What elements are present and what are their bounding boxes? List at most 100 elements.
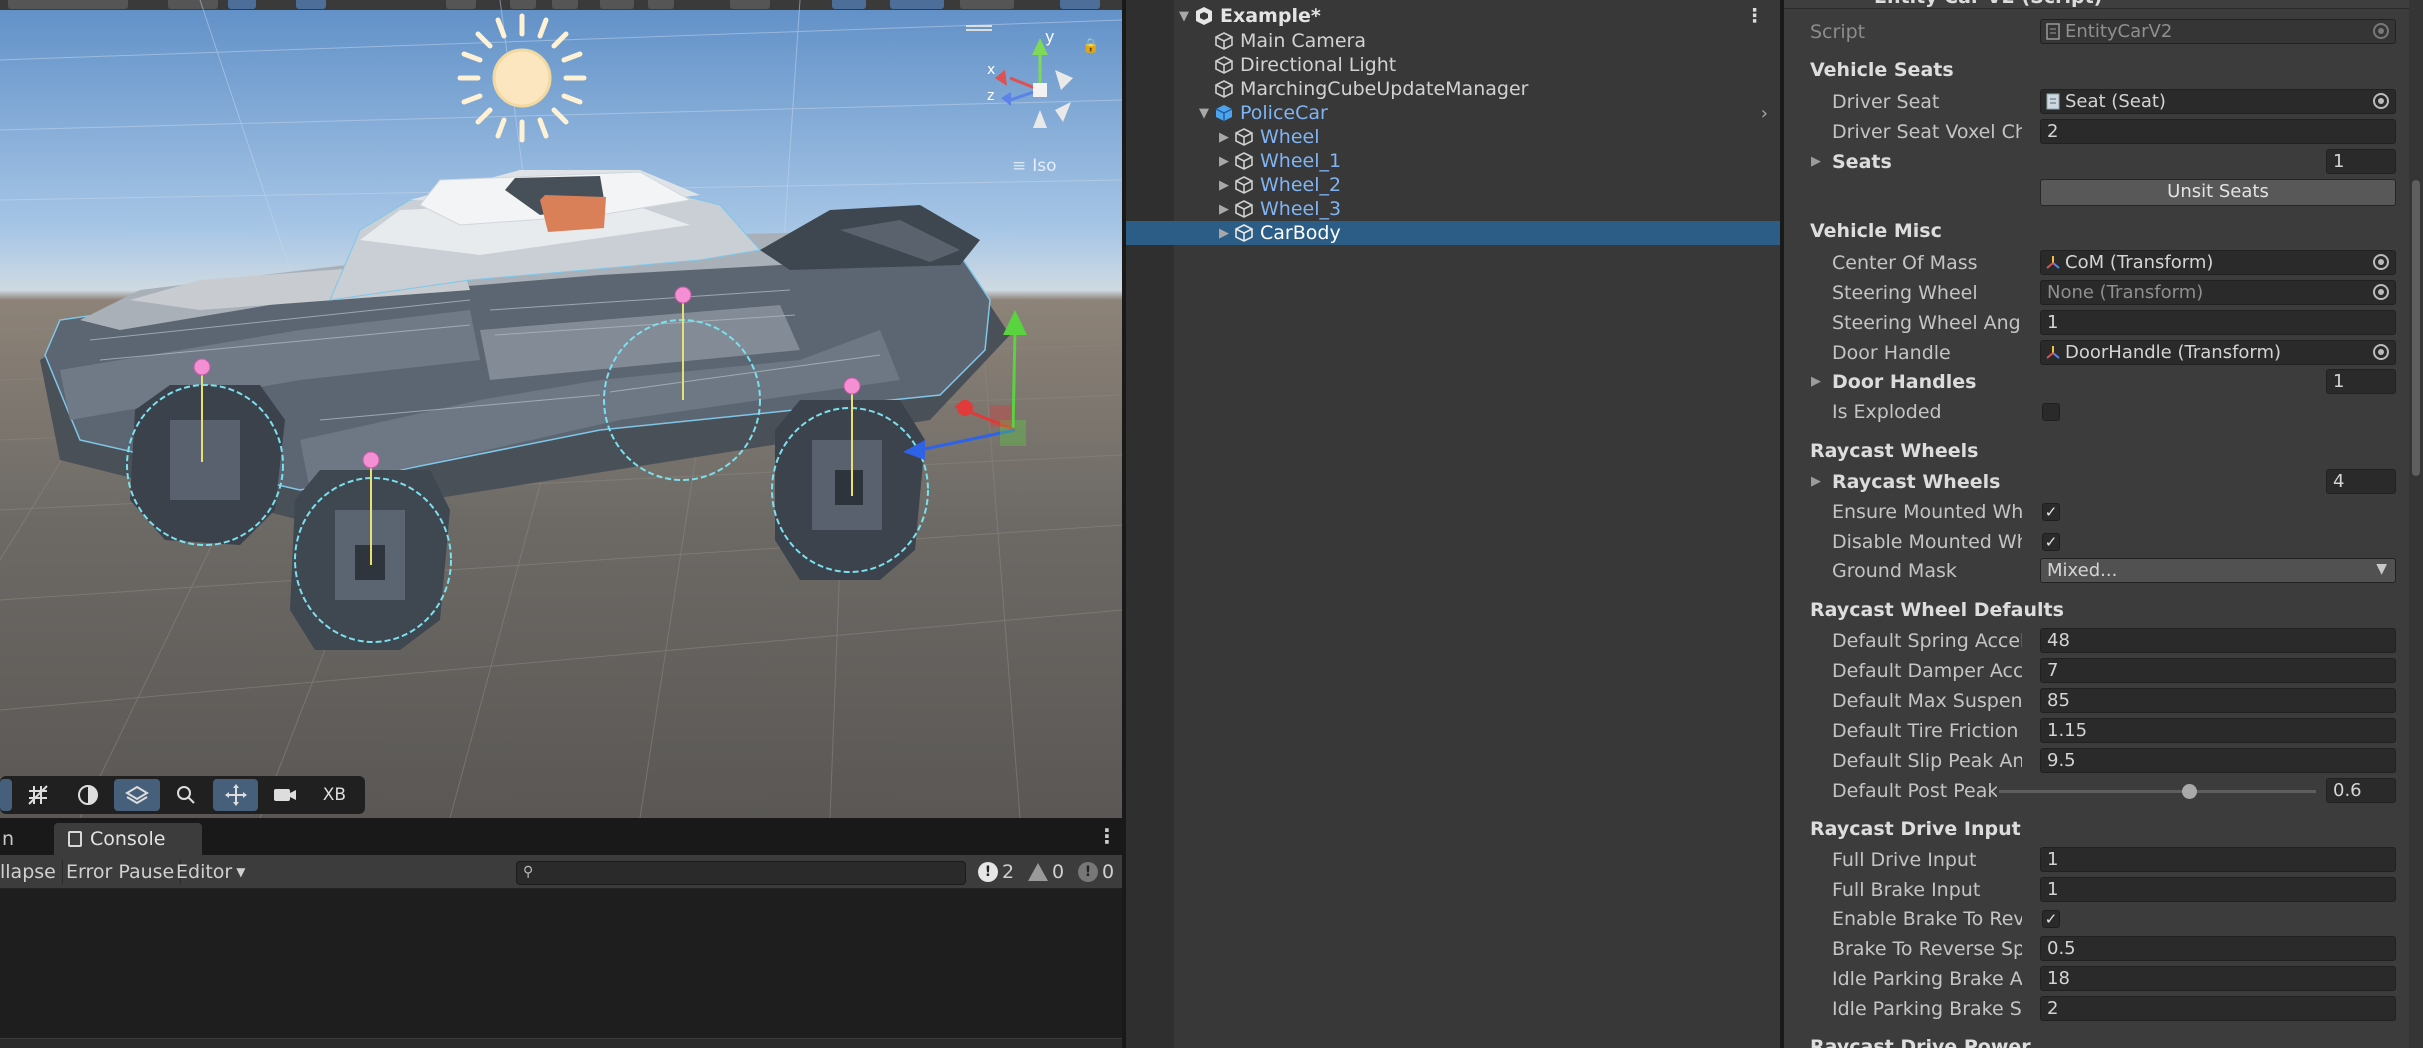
disable-mounted-checkbox[interactable]: ✓ — [2042, 533, 2060, 551]
slip-peak-input[interactable]: 9.5 — [2040, 748, 2396, 773]
scene-overlay-toolbar: XB — [0, 776, 365, 814]
brake-reverse-speed-input[interactable]: 0.5 — [2040, 936, 2396, 961]
open-prefab-arrow-icon[interactable]: › — [1761, 103, 1768, 124]
ground-mask-dropdown[interactable]: Mixed... ▼ — [2040, 558, 2396, 583]
object-picker-icon[interactable] — [2373, 254, 2389, 270]
expand-arrow-icon[interactable]: ▼ — [1196, 106, 1212, 121]
component-header[interactable]: Entity Car V2 (Script) — [1784, 0, 2423, 9]
tab-previous[interactable]: n — [0, 823, 28, 855]
scene-root[interactable]: ▼ Example* ⋮ — [1126, 4, 1780, 28]
idle-brake-speed-input[interactable]: 2 — [2040, 996, 2396, 1021]
directional-light-icon[interactable] — [456, 12, 588, 144]
seats-size-input[interactable]: 1 — [2326, 149, 2396, 174]
full-drive-input[interactable]: 1 — [2040, 847, 2396, 872]
wheel-rear-left — [126, 384, 285, 546]
is-exploded-checkbox[interactable] — [2042, 403, 2060, 421]
unsit-seats-button[interactable]: Unsit Seats — [2040, 179, 2396, 206]
enable-brake-reverse-row: Enable Brake To Reverse ✓ — [1784, 904, 2408, 934]
scrollbar-thumb[interactable] — [2412, 180, 2420, 476]
full-brake-input[interactable]: 1 — [2040, 877, 2396, 902]
search-icon[interactable] — [164, 779, 209, 811]
expand-arrow-icon[interactable]: ▶ — [1216, 130, 1232, 145]
slider-knob[interactable] — [2182, 784, 2198, 799]
collapse-button[interactable]: llapse — [0, 859, 63, 885]
ensure-mounted-checkbox[interactable]: ✓ — [2042, 503, 2060, 521]
object-picker-icon[interactable] — [2373, 93, 2389, 109]
xb-button[interactable]: XB — [312, 779, 357, 811]
post-peak-input[interactable]: 0.6 — [2326, 778, 2396, 803]
slip-peak-row: Default Slip Peak Angle 9.5 — [1784, 746, 2408, 776]
hierarchy-item-selected[interactable]: ▶ CarBody — [1126, 221, 1780, 245]
expand-arrow-icon[interactable]: ▶ — [1811, 154, 1821, 169]
tab-console[interactable]: Console — [54, 823, 202, 855]
object-picker-icon[interactable] — [2373, 284, 2389, 300]
center-of-mass-field[interactable]: CoM (Transform) — [2040, 250, 2396, 275]
transform-icon — [2046, 256, 2060, 269]
door-handles-row[interactable]: ▶ Door Handles 1 — [1784, 367, 2408, 397]
hierarchy-item[interactable]: Directional Light — [1126, 53, 1780, 77]
console-search-input[interactable]: ⚲ — [516, 861, 966, 885]
section-raycast-wheels: Raycast Wheels — [1810, 440, 1979, 462]
console-menu-icon[interactable]: ⋮ — [1097, 824, 1117, 848]
hierarchy-item-policecar[interactable]: ▼ PoliceCar › — [1126, 101, 1780, 125]
post-peak-slider[interactable] — [1999, 784, 2316, 799]
hierarchy-item[interactable]: ▶ Wheel_3 — [1126, 197, 1780, 221]
seats-row[interactable]: ▶ Seats 1 — [1784, 147, 2408, 177]
log-count-toggle[interactable]: ! 2 — [978, 859, 1014, 885]
scene-menu-icon[interactable]: ⋮ — [1745, 5, 1764, 27]
hierarchy-item[interactable]: Main Camera — [1126, 29, 1780, 53]
tire-friction-input[interactable]: 1.15 — [2040, 718, 2396, 743]
spring-accel-input[interactable]: 48 — [2040, 628, 2396, 653]
inspector-scrollbar[interactable] — [2409, 0, 2423, 1048]
expand-arrow-icon[interactable]: ▼ — [1176, 9, 1192, 24]
door-handle-field[interactable]: DoorHandle (Transform) — [2040, 340, 2396, 365]
expand-arrow-icon[interactable]: ▶ — [1216, 202, 1232, 217]
raycast-wheels-size-input[interactable]: 4 — [2326, 469, 2396, 494]
move-tool-icon[interactable] — [213, 779, 259, 811]
full-brake-row: Full Brake Input 1 — [1784, 875, 2408, 905]
error-count-toggle[interactable]: ! 0 — [1078, 859, 1114, 885]
chevron-down-icon: ▼ — [2376, 561, 2387, 577]
police-car-model — [40, 170, 1027, 650]
max-suspension-input[interactable]: 85 — [2040, 688, 2396, 713]
hierarchy-item[interactable]: ▶ Wheel — [1126, 125, 1780, 149]
expand-arrow-icon[interactable]: ▶ — [1216, 178, 1232, 193]
error-pause-button[interactable]: Error Pause — [60, 859, 182, 885]
raycast-wheels-row[interactable]: ▶ Raycast Wheels 4 — [1784, 467, 2408, 497]
hierarchy-item[interactable]: MarchingCubeUpdateManager — [1126, 77, 1780, 101]
enable-brake-reverse-checkbox[interactable]: ✓ — [2042, 910, 2060, 928]
expand-arrow-icon[interactable]: ▶ — [1811, 474, 1821, 489]
idle-brake-accel-input[interactable]: 18 — [2040, 966, 2396, 991]
editor-dropdown[interactable]: Editor ▼ — [170, 859, 251, 885]
damper-accel-input[interactable]: 7 — [2040, 658, 2396, 683]
driver-seat-row: Driver Seat Seat (Seat) — [1784, 87, 2408, 117]
grid-toggle-icon[interactable] — [16, 779, 61, 811]
door-handles-size-input[interactable]: 1 — [2326, 369, 2396, 394]
hierarchy-item[interactable]: ▶ Wheel_2 — [1126, 173, 1780, 197]
toolbar-partial-button[interactable] — [0, 779, 12, 811]
expand-arrow-icon[interactable]: ▶ — [1216, 154, 1232, 169]
expand-arrow-icon[interactable]: ▶ — [1811, 374, 1821, 389]
render-mode-icon[interactable] — [65, 779, 110, 811]
driver-seat-voxel-input[interactable]: 2 — [2040, 119, 2396, 144]
driver-seat-field[interactable]: Seat (Seat) — [2040, 89, 2396, 114]
door-handle-row: Door Handle DoorHandle (Transform) — [1784, 338, 2408, 368]
scene-view[interactable]: y x z 🔒 ≡ Iso XB — [0, 0, 1122, 818]
hierarchy-item[interactable]: ▶ Wheel_1 — [1126, 149, 1780, 173]
layers-icon[interactable] — [114, 779, 160, 811]
projection-label[interactable]: ≡ Iso — [1012, 156, 1057, 176]
is-exploded-row: Is Exploded — [1784, 397, 2408, 427]
camera-icon[interactable] — [262, 779, 307, 811]
orientation-gizmo-icon[interactable]: y x z — [985, 30, 1085, 140]
steering-angle-input[interactable]: 1 — [2040, 310, 2396, 335]
damper-accel-row: Default Damper Acceler 7 — [1784, 656, 2408, 686]
script-field[interactable]: EntityCarV2 — [2040, 19, 2396, 44]
lock-icon[interactable]: 🔒 — [1082, 38, 1099, 54]
warning-count-toggle[interactable]: 0 — [1028, 859, 1064, 885]
steering-wheel-field[interactable]: None (Transform) — [2040, 280, 2396, 305]
search-icon: ⚲ — [523, 864, 534, 880]
unity-scene-icon — [1196, 7, 1212, 25]
full-drive-row: Full Drive Input 1 — [1784, 845, 2408, 875]
expand-arrow-icon[interactable]: ▶ — [1216, 226, 1232, 241]
object-picker-icon[interactable] — [2373, 344, 2389, 360]
